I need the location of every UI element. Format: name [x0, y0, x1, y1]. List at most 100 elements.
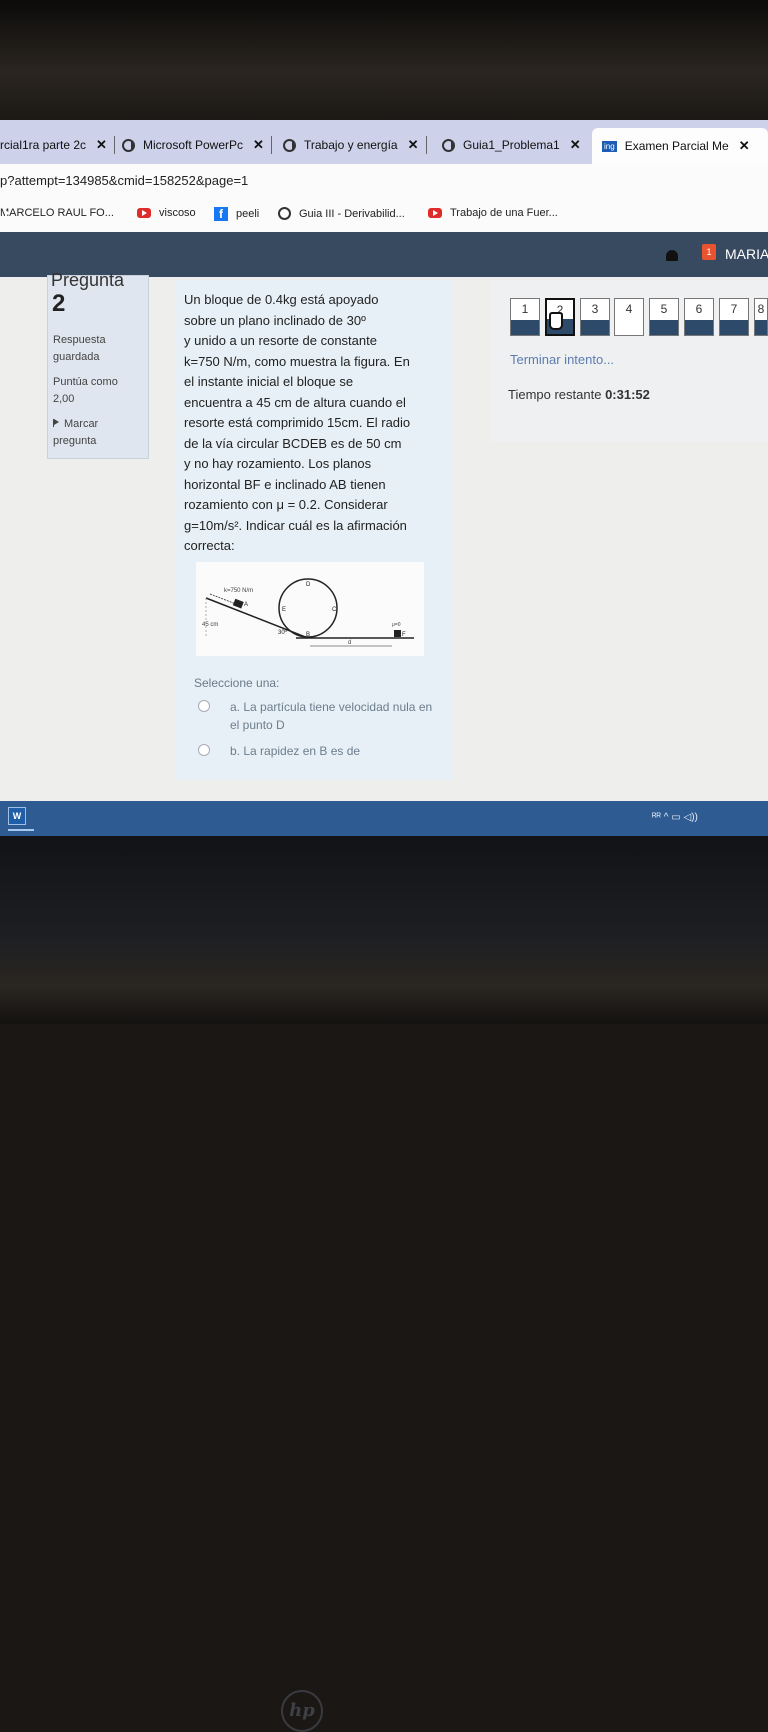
url-text[interactable]: p?attempt=134985&cmid=158252&page=1 [0, 173, 248, 188]
answered-indicator [650, 320, 678, 335]
question-info-panel: Pregunta 2 Respuesta guardada Puntúa com… [47, 270, 149, 459]
globe-icon [278, 207, 291, 220]
bookmark-2[interactable]: viscoso [137, 207, 196, 219]
tab-2[interactable]: Microsoft PowerPc ✕ [122, 130, 272, 160]
hp-logo: hp [281, 1690, 323, 1732]
answered-indicator [581, 320, 609, 335]
spring [209, 593, 237, 605]
nav-number: 7 [730, 302, 738, 316]
flag-question-link[interactable]: Marcar pregunta [53, 416, 123, 450]
browser-tab-bar: rcial1ra parte 2c ✕ Microsoft PowerPc ✕ … [0, 120, 768, 164]
tab-title: Microsoft PowerPc [143, 138, 244, 152]
label-mu: μ=0 [392, 622, 401, 628]
facebook-icon: f [214, 207, 228, 221]
question-line: de la vía circular BCDEB es de 50 cm [184, 435, 402, 451]
answer-letter: b. [230, 744, 241, 758]
tab-close-icon[interactable]: ✕ [739, 138, 750, 154]
nav-button-5[interactable]: 5 [649, 298, 679, 336]
label-k: k=750 N/m [224, 588, 253, 594]
tab-5-active[interactable]: ing Examen Parcial Me ✕ [592, 128, 768, 164]
laptop-bezel: hp [0, 836, 768, 1732]
label-d: D [306, 582, 311, 588]
bookmark-label: viscoso [159, 207, 196, 219]
tab-title: Guia1_Problema1 [463, 138, 560, 152]
notification-badge[interactable]: 1 [702, 244, 716, 260]
bookmark-3[interactable]: f peeli [214, 207, 259, 221]
hand-cursor-icon [549, 312, 563, 330]
answer-text: La rapidez en B es de [243, 744, 361, 758]
nav-button-4[interactable]: 4 [614, 298, 644, 336]
bookmark-label: peeli [236, 208, 260, 220]
label-angle: 30º [278, 629, 288, 636]
nav-number: 4 [625, 302, 633, 316]
tab-title: rcial1ra parte 2c [0, 138, 87, 152]
nav-button-7[interactable]: 7 [719, 298, 749, 336]
nav-number: 6 [695, 302, 703, 316]
answered-indicator [685, 320, 713, 335]
label-b: B [306, 632, 310, 638]
question-line: g=10m/s². Indicar cuál es la afirmación [184, 517, 407, 533]
question-line: y unido a un resorte de constante [184, 333, 377, 348]
bell-icon[interactable] [666, 250, 678, 261]
answer-option-a[interactable]: a. La partícula tiene velocidad nula en … [198, 698, 438, 734]
tab-divider [425, 136, 427, 154]
question-line: resorte está comprimido 15cm. El radio [184, 415, 411, 430]
address-bar[interactable]: p?attempt=134985&cmid=158252&page=1 [0, 164, 768, 199]
globe-icon [442, 138, 455, 152]
bookmark-4[interactable]: Guia III - Derivabilid... [278, 207, 405, 220]
user-menu[interactable]: MARIA [725, 246, 768, 262]
question-text: Un bloque de 0.4kg está apoyado sobre un… [184, 290, 446, 557]
windows-taskbar: W ᴿᴿ ^ ▭ ◁)) [0, 801, 768, 836]
word-letter: W [8, 807, 26, 825]
tab-close-icon[interactable]: ✕ [96, 137, 107, 153]
answer-letter: a. [230, 700, 241, 714]
system-tray[interactable]: ᴿᴿ ^ ▭ ◁)) [652, 812, 698, 823]
tab-4[interactable]: Guia1_Problema1 ✕ [442, 130, 581, 160]
answered-indicator [755, 320, 767, 335]
question-line: el instante inicial el bloque se [184, 374, 354, 389]
tab-divider [113, 136, 115, 154]
nav-button-6[interactable]: 6 [684, 298, 714, 336]
label-c: C [332, 607, 337, 613]
timer-label: Tiempo restante [508, 387, 602, 402]
globe-icon [122, 138, 135, 152]
finish-attempt-link[interactable]: Terminar intento... [510, 352, 614, 367]
label-e: E [282, 607, 286, 613]
tab-1[interactable]: rcial1ra parte 2c ✕ [0, 130, 115, 160]
active-app-indicator [8, 829, 34, 831]
site-favicon-icon: ing [602, 140, 617, 152]
timer: Tiempo restante 0:31:52 [508, 387, 650, 402]
bookmark-5[interactable]: Trabajo de una Fuer... [428, 207, 558, 219]
tab-title: Trabajo y energía [304, 138, 398, 152]
nav-number: 3 [591, 302, 599, 316]
question-grade: Puntúa como 2,00 [53, 376, 118, 405]
label-height: 45 cm [202, 622, 218, 628]
tab-title: Examen Parcial Me [624, 139, 729, 153]
tab-close-icon[interactable]: ✕ [570, 137, 581, 153]
radio-b[interactable] [198, 744, 210, 756]
tab-close-icon[interactable]: ✕ [408, 137, 419, 153]
answer-option-b[interactable]: b. La rapidez en B es de [198, 742, 438, 760]
nav-button-1[interactable]: 1 [510, 298, 540, 336]
youtube-icon [137, 208, 151, 218]
tab-close-icon[interactable]: ✕ [253, 137, 264, 153]
question-label: Pregunta [51, 270, 125, 290]
nav-number: 5 [660, 302, 668, 316]
nav-button-3[interactable]: 3 [580, 298, 610, 336]
question-state: Respuesta guardada [53, 334, 106, 363]
block-f [394, 630, 401, 637]
answer-text: La partícula tiene velocidad nula en el … [230, 700, 433, 732]
bookmark-1[interactable]: MARCELO RAUL FO... [0, 207, 114, 219]
answered-indicator [511, 320, 539, 335]
answer-prompt: Seleccione una: [194, 676, 280, 690]
nav-number: 8 [757, 302, 765, 316]
question-line: rozamiento con μ = 0.2. Considerar [184, 497, 388, 512]
tab-3[interactable]: Trabajo y energía ✕ [283, 130, 427, 160]
nav-button-8[interactable]: 8 [754, 298, 768, 336]
word-app-icon[interactable]: W [8, 807, 34, 831]
radio-a[interactable] [198, 700, 210, 712]
youtube-icon [428, 208, 442, 218]
flag-icon [53, 419, 60, 427]
question-line: Un bloque de 0.4kg está apoyado [184, 292, 379, 307]
question-line: sobre un plano inclinado de 30º [184, 312, 366, 328]
